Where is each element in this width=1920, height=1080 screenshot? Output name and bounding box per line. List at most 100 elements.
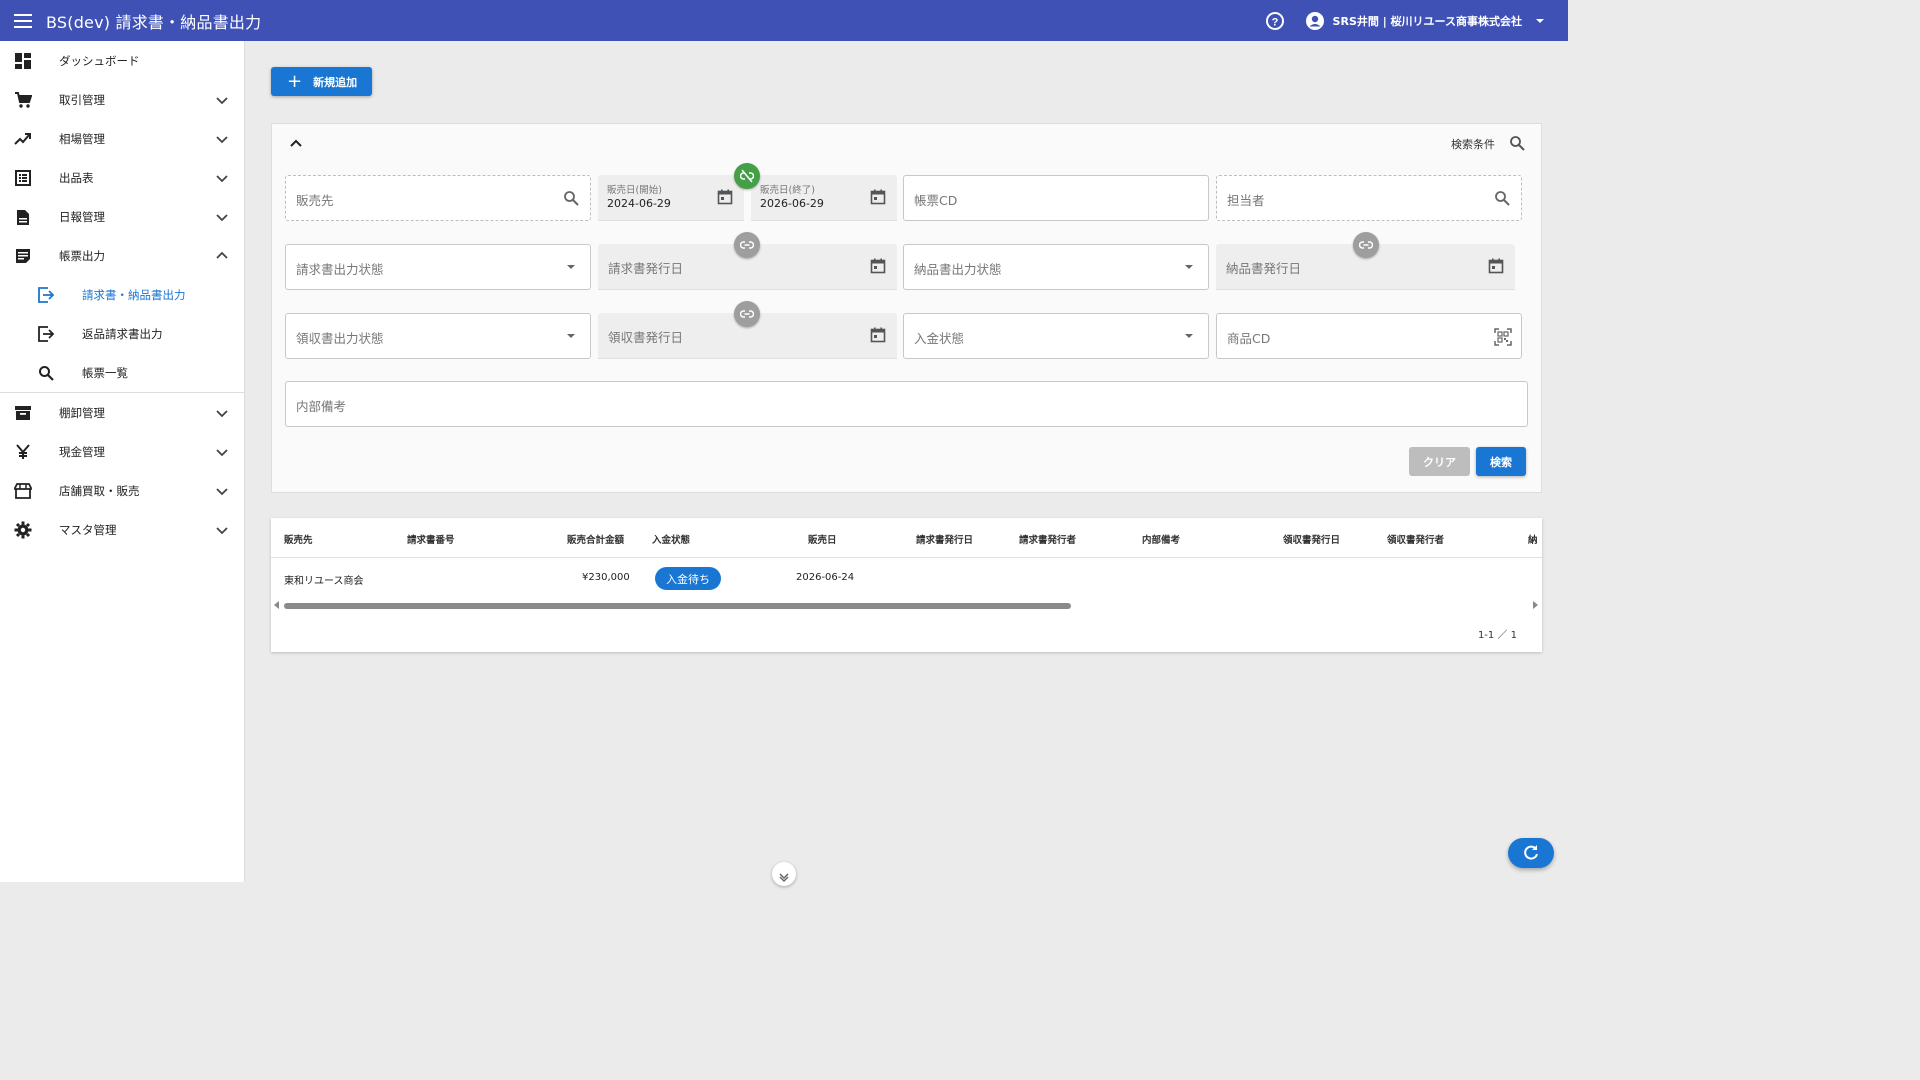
search-icon[interactable] bbox=[1494, 190, 1510, 206]
sidebar-subitem-label: 帳票一覧 bbox=[82, 365, 128, 380]
payment-status-select[interactable]: 入金状態 bbox=[903, 313, 1209, 359]
search-condition-label: 検索条件 bbox=[1451, 138, 1495, 151]
pagination-info: 1-1 ／ 1 bbox=[1477, 630, 1517, 641]
staff-field[interactable]: 担当者 bbox=[1216, 175, 1522, 221]
product-cd-field[interactable]: 商品CD bbox=[1216, 313, 1522, 359]
form-icon bbox=[13, 246, 33, 266]
column-header[interactable]: 請求書発行日 bbox=[916, 532, 973, 546]
scroll-left-icon[interactable] bbox=[274, 601, 279, 609]
column-header[interactable]: 請求書番号 bbox=[407, 532, 455, 546]
form-cd-field[interactable]: 帳票CD bbox=[903, 175, 1209, 221]
sale-date-start-field[interactable]: 販売日(開始) 2024-06-29 bbox=[598, 175, 744, 221]
export-icon bbox=[36, 285, 56, 305]
scroll-right-icon[interactable] bbox=[1533, 601, 1538, 609]
user-menu[interactable]: SRS井間 | 桜川リユース商事株式会社 bbox=[1305, 11, 1546, 31]
sidebar-item-label: 相場管理 bbox=[59, 131, 105, 146]
column-header[interactable]: 領収書発行者 bbox=[1387, 532, 1444, 546]
sidebar-item-label: 日報管理 bbox=[59, 209, 105, 224]
column-header[interactable]: 領収書発行日 bbox=[1283, 532, 1340, 546]
product-cd-placeholder: 商品CD bbox=[1227, 331, 1271, 346]
dropdown-arrow-icon bbox=[1181, 259, 1197, 275]
help-icon[interactable]: ? bbox=[1265, 11, 1285, 31]
sidebar-item-cash[interactable]: 現金管理 bbox=[0, 432, 244, 471]
memo-placeholder: 内部備考 bbox=[296, 399, 347, 414]
search-panel: 検索条件 販売先 販売日(開始) 2024-06-29 販売日(終了) 2026… bbox=[271, 123, 1542, 493]
form-cd-placeholder: 帳票CD bbox=[914, 193, 958, 208]
sidebar-subitem-return-invoice[interactable]: 返品請求書出力 bbox=[0, 314, 244, 353]
memo-field[interactable]: 内部備考 bbox=[285, 381, 1528, 427]
svg-text:?: ? bbox=[1271, 16, 1278, 28]
sale-date-end-label: 販売日(終了) bbox=[760, 185, 815, 196]
column-header[interactable]: 販売日 bbox=[808, 532, 837, 546]
calendar-icon[interactable] bbox=[1488, 258, 1504, 274]
sidebar-item-master[interactable]: マスタ管理 bbox=[0, 510, 244, 549]
search-icon[interactable] bbox=[563, 190, 579, 206]
sidebar-item-dashboard[interactable]: ダッシュボード bbox=[0, 41, 244, 80]
sidebar-item-store[interactable]: 店舗買取・販売 bbox=[0, 471, 244, 510]
dropdown-arrow-icon bbox=[1181, 328, 1197, 344]
trending-up-icon bbox=[13, 129, 33, 149]
results-table: 販売先 請求書番号 販売合計金額 入金状態 販売日 請求書発行日 請求書発行者 … bbox=[271, 518, 1542, 652]
column-header[interactable]: 納 bbox=[1528, 532, 1538, 546]
invoice-issue-date-placeholder: 請求書発行日 bbox=[608, 261, 684, 276]
status-badge: 入金待ち bbox=[655, 567, 721, 590]
sidebar-subitem-form-list[interactable]: 帳票一覧 bbox=[0, 353, 244, 392]
customer-field[interactable]: 販売先 bbox=[285, 175, 591, 221]
link-off-icon[interactable] bbox=[734, 163, 760, 189]
search-icon[interactable] bbox=[1509, 135, 1525, 151]
menu-icon[interactable] bbox=[0, 0, 46, 41]
calendar-icon[interactable] bbox=[870, 258, 886, 274]
sidebar: ダッシュボード 取引管理 相場管理 出品表 日報管理 帳票出力 請求書・納品書出… bbox=[0, 41, 245, 882]
chevron-down-icon bbox=[778, 868, 790, 883]
plus-icon: + bbox=[287, 70, 303, 92]
column-header[interactable]: 販売合計金額 bbox=[567, 532, 624, 546]
chevron-down-icon bbox=[214, 92, 230, 108]
calendar-icon[interactable] bbox=[870, 327, 886, 343]
calendar-icon[interactable] bbox=[717, 189, 733, 205]
add-new-button[interactable]: + 新規追加 bbox=[271, 67, 372, 96]
sidebar-item-market[interactable]: 相場管理 bbox=[0, 119, 244, 158]
sidebar-item-transactions[interactable]: 取引管理 bbox=[0, 80, 244, 119]
sidebar-item-form-output[interactable]: 帳票出力 bbox=[0, 236, 244, 275]
add-new-label: 新規追加 bbox=[313, 75, 358, 89]
clear-button[interactable]: クリア bbox=[1409, 447, 1470, 476]
export-icon bbox=[36, 324, 56, 344]
link-icon[interactable] bbox=[734, 232, 760, 258]
invoice-status-select[interactable]: 請求書出力状態 bbox=[285, 244, 591, 290]
delivery-issue-date-placeholder: 納品書発行日 bbox=[1226, 261, 1302, 276]
chevron-down-icon bbox=[214, 131, 230, 147]
sidebar-item-label: マスタ管理 bbox=[59, 522, 117, 537]
chevron-up-icon[interactable] bbox=[289, 136, 303, 150]
sidebar-item-label: ダッシュボード bbox=[59, 53, 140, 68]
column-header[interactable]: 請求書発行者 bbox=[1019, 532, 1076, 546]
chevron-down-icon bbox=[214, 405, 230, 421]
receipt-status-select[interactable]: 領収書出力状態 bbox=[285, 313, 591, 359]
sidebar-item-label: 現金管理 bbox=[59, 444, 105, 459]
expand-down-button[interactable] bbox=[772, 862, 796, 886]
link-icon[interactable] bbox=[734, 301, 760, 327]
cell-sale-date: 2026-06-24 bbox=[796, 572, 855, 583]
link-icon[interactable] bbox=[1353, 232, 1379, 258]
search-button[interactable]: 検索 bbox=[1476, 447, 1526, 476]
sale-date-end-field[interactable]: 販売日(終了) 2026-06-29 bbox=[751, 175, 897, 221]
column-header[interactable]: 内部備考 bbox=[1142, 532, 1180, 546]
sidebar-item-inventory[interactable]: 棚卸管理 bbox=[0, 393, 244, 432]
scrollbar-thumb[interactable] bbox=[284, 603, 1071, 609]
chevron-down-icon bbox=[214, 522, 230, 538]
refresh-button[interactable] bbox=[1508, 838, 1554, 868]
cart-icon bbox=[13, 90, 33, 110]
app-bar: BS(dev) 請求書・納品書出力 ? SRS井間 | 桜川リユース商事株式会社 bbox=[0, 0, 1568, 41]
sidebar-item-label: 帳票出力 bbox=[59, 248, 105, 263]
column-header[interactable]: 入金状態 bbox=[652, 532, 690, 546]
qr-scan-icon[interactable] bbox=[1494, 328, 1512, 346]
calendar-icon[interactable] bbox=[870, 189, 886, 205]
yen-icon bbox=[13, 442, 33, 462]
delivery-status-select[interactable]: 納品書出力状態 bbox=[903, 244, 1209, 290]
sidebar-item-daily-report[interactable]: 日報管理 bbox=[0, 197, 244, 236]
sidebar-item-label: 店舗買取・販売 bbox=[59, 483, 140, 498]
column-header[interactable]: 販売先 bbox=[284, 532, 313, 546]
sidebar-subitem-label: 返品請求書出力 bbox=[82, 326, 163, 341]
sidebar-subitem-invoice-output[interactable]: 請求書・納品書出力 bbox=[0, 275, 244, 314]
sidebar-item-listing[interactable]: 出品表 bbox=[0, 158, 244, 197]
receipt-issue-date-placeholder: 領収書発行日 bbox=[608, 330, 684, 345]
